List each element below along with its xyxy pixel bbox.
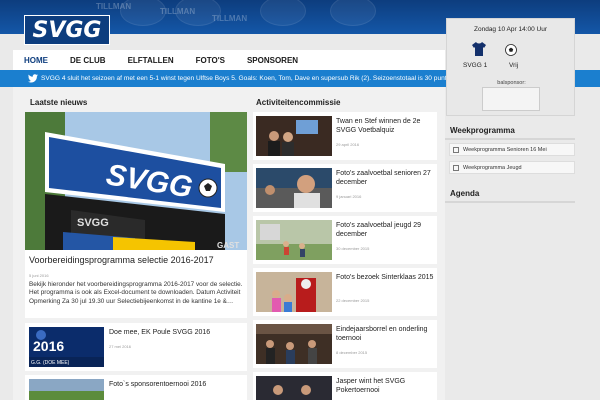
activity-title[interactable]: Foto's zaalvoetbal senioren 27 december <box>336 169 436 187</box>
activity-item[interactable]: Foto's zaalvoetbal senioren 27 december … <box>253 164 437 212</box>
ticker-text[interactable]: SVGG 4 sluit het seizoen af met een 5-1 … <box>41 75 461 82</box>
activity-title[interactable]: Foto's zaalvoetbal jeugd 29 december <box>336 221 436 239</box>
news-item-date: 27 mei 2016 <box>109 344 132 349</box>
activity-item[interactable]: Twan en Stef winnen de 2e SVGG Voetbalqu… <box>253 112 437 160</box>
activity-title[interactable]: Eindejaarsborrel en onderling toernooi <box>336 325 436 343</box>
activities-heading: Activiteitencommissie <box>256 98 341 107</box>
featured-image-gast-text: GAST <box>217 241 239 250</box>
activity-item[interactable]: Foto's zaalvoetbal jeugd 29 december 30 … <box>253 216 437 264</box>
weekprogramma-item-senioren[interactable]: Weekprogramma Senioren 16 Mei <box>449 143 575 156</box>
activity-item[interactable]: Foto's bezoek Sinterklaas 2015 22 decemb… <box>253 268 437 316</box>
news-item[interactable]: Foto`s sponsorentoernooi 2016 <box>25 375 247 400</box>
activity-image <box>256 376 332 400</box>
nav-item-de-club[interactable]: DE CLUB <box>59 50 117 72</box>
news-item-title[interactable]: Doe mee, EK Poule SVGG 2016 <box>109 329 210 336</box>
activity-date: 29 april 2016 <box>336 142 360 147</box>
jersey-icon <box>471 41 487 57</box>
calendar-icon <box>453 164 459 171</box>
twitter-icon <box>28 73 38 84</box>
nav-item-fotos[interactable]: FOTO'S <box>185 50 236 72</box>
news-image-sub-text: G.G. (DOE MEE) <box>31 360 70 366</box>
football-icon <box>505 43 517 56</box>
activity-title[interactable]: Jasper wint het SVGG Pokertoernooi <box>336 377 436 395</box>
sidebar-divider <box>445 138 575 140</box>
weekprogramma-item-label: Weekprogramma Senioren 16 Mei <box>463 146 547 153</box>
activity-image <box>256 324 332 364</box>
featured-image-board-text: SVGG <box>77 217 109 229</box>
news-item[interactable]: 2016 G.G. (DOE MEE) Doe mee, EK Poule SV… <box>25 323 247 371</box>
logo-text: SVGG <box>32 17 102 43</box>
nav-item-home[interactable]: HOME <box>13 50 59 72</box>
calendar-icon <box>453 146 459 153</box>
weekprogramma-heading: Weekprogramma <box>450 126 515 135</box>
balsponsor-label: balsponsor: <box>497 80 526 86</box>
news-item-image: 2016 G.G. (DOE MEE) <box>29 327 104 367</box>
band-deco-text: TILLMAN <box>212 14 248 23</box>
agenda-heading: Agenda <box>450 189 480 198</box>
activity-item[interactable]: Eindejaarsborrel en onderling toernooi 8… <box>253 320 437 368</box>
next-match-widget: Zondag 10 Apr 14:00 Uur SVGG 1 Vrij bals… <box>446 18 575 116</box>
news-image-2016-text: 2016 <box>33 338 64 354</box>
band-deco-text: TILLMAN <box>96 2 132 11</box>
activity-title[interactable]: Twan en Stef winnen de 2e SVGG Voetbalqu… <box>336 117 436 135</box>
latest-news-heading: Laatste nieuws <box>30 98 88 107</box>
featured-news-image[interactable]: SVGG SVGG GAST <box>25 112 247 250</box>
match-away-team: Vrij <box>509 62 519 69</box>
news-item-image <box>29 379 104 400</box>
site-logo[interactable]: SVGG <box>24 15 110 45</box>
balsponsor-logo-box <box>482 87 540 111</box>
activity-image <box>256 116 332 156</box>
band-deco-text: TILLMAN <box>160 7 196 16</box>
main-nav: HOME DE CLUB ELFTALLEN FOTO'S SPONSOREN <box>13 50 445 72</box>
band-decoration <box>330 0 376 26</box>
activity-image <box>256 168 332 208</box>
activity-date: 8 december 2015 <box>336 350 368 355</box>
nav-item-elftallen[interactable]: ELFTALLEN <box>117 50 185 72</box>
activity-image <box>256 220 332 260</box>
news-item-title[interactable]: Foto`s sponsorentoernooi 2016 <box>109 381 206 388</box>
nav-item-sponsoren[interactable]: SPONSOREN <box>236 50 309 72</box>
weekprogramma-item-label: Weekprogramma Jeugd <box>463 164 522 171</box>
match-date: Zondag 10 Apr 14:00 Uur <box>474 26 547 33</box>
activity-item[interactable]: Jasper wint het SVGG Pokertoernooi <box>253 372 437 400</box>
featured-news-excerpt: Bekijk hieronder het voorbereidingsprogr… <box>29 281 243 305</box>
activity-image <box>256 272 332 312</box>
featured-news-date: 5 juni 2016 <box>29 273 49 278</box>
activity-date: 9 januari 2016 <box>336 194 362 199</box>
activity-title[interactable]: Foto's bezoek Sinterklaas 2015 <box>336 273 436 282</box>
band-decoration <box>260 0 306 26</box>
activity-date: 22 december 2015 <box>336 298 370 303</box>
match-home-team: SVGG 1 <box>463 62 488 69</box>
sidebar-divider <box>445 201 575 203</box>
activity-date: 30 december 2015 <box>336 246 370 251</box>
featured-news-title[interactable]: Voorbereidingsprogramma selectie 2016-20… <box>29 255 249 265</box>
weekprogramma-item-jeugd[interactable]: Weekprogramma Jeugd <box>449 161 575 174</box>
